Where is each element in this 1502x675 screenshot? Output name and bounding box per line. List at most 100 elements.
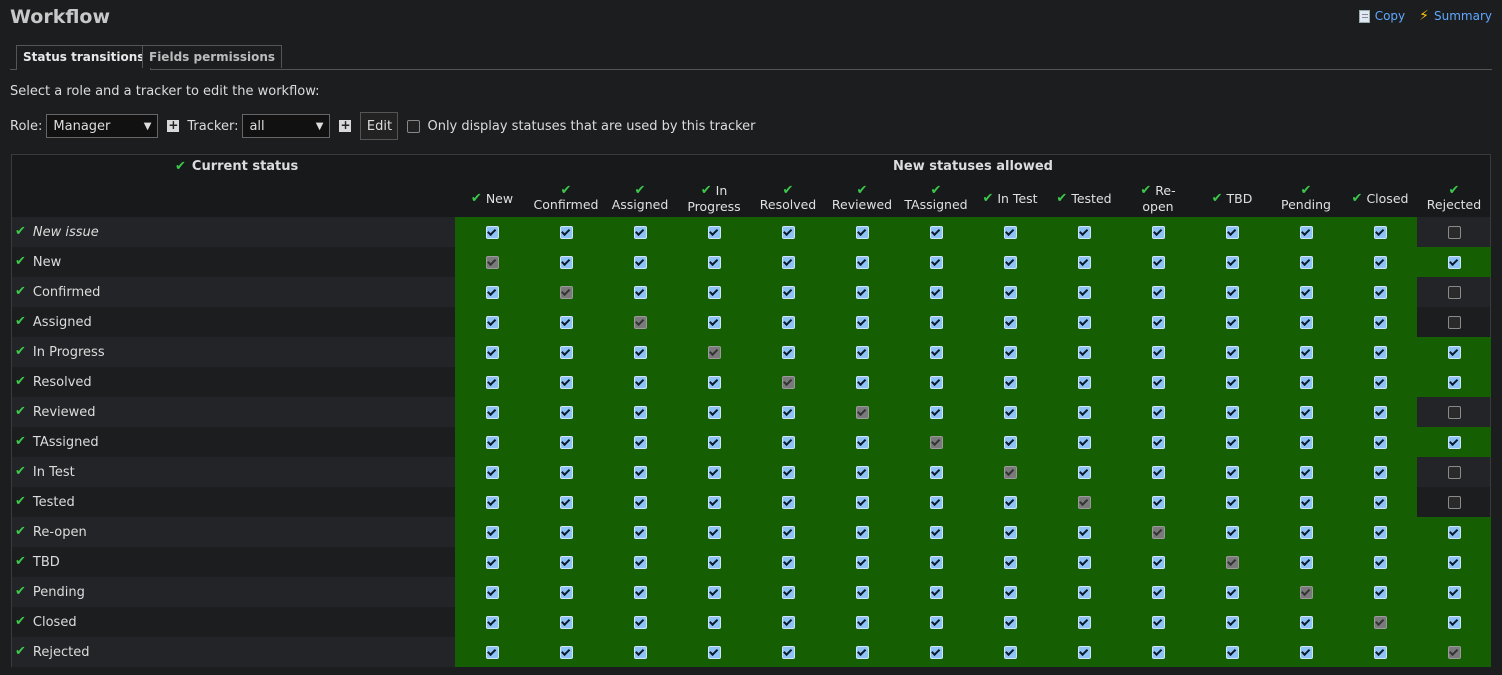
transition-checkbox[interactable]	[1373, 465, 1387, 479]
toggle-row-checkmark-icon[interactable]: ✔	[15, 345, 26, 358]
transition-checkbox[interactable]	[1373, 435, 1387, 449]
transition-checkbox[interactable]	[559, 225, 573, 239]
transition-checkbox[interactable]	[1447, 615, 1461, 629]
transition-checkbox[interactable]	[707, 405, 721, 419]
add-role-icon[interactable]: +	[167, 119, 180, 132]
transition-checkbox[interactable]	[1003, 345, 1017, 359]
transition-checkbox[interactable]	[1003, 255, 1017, 269]
transition-checkbox[interactable]	[1225, 645, 1239, 659]
transition-checkbox[interactable]	[1003, 405, 1017, 419]
toggle-column-checkmark-icon[interactable]: ✔	[857, 184, 868, 197]
transition-checkbox[interactable]	[855, 375, 869, 389]
transition-checkbox[interactable]	[1077, 645, 1091, 659]
transition-checkbox[interactable]	[855, 285, 869, 299]
transition-checkbox[interactable]	[633, 405, 647, 419]
transition-checkbox[interactable]	[1299, 375, 1313, 389]
transition-checkbox[interactable]	[485, 225, 499, 239]
column-header[interactable]: ✔ Tested	[1047, 181, 1121, 217]
toggle-column-checkmark-icon[interactable]: ✔	[931, 184, 942, 197]
transition-checkbox[interactable]	[929, 255, 943, 269]
toggle-column-checkmark-icon[interactable]: ✔	[1352, 192, 1363, 205]
transition-checkbox[interactable]	[1373, 315, 1387, 329]
transition-checkbox[interactable]	[1151, 225, 1165, 239]
transition-checkbox[interactable]	[1373, 345, 1387, 359]
transition-checkbox[interactable]	[781, 525, 795, 539]
transition-checkbox[interactable]	[559, 615, 573, 629]
transition-checkbox[interactable]	[1151, 345, 1165, 359]
transition-checkbox[interactable]	[707, 525, 721, 539]
transition-checkbox[interactable]	[1077, 255, 1091, 269]
transition-checkbox[interactable]	[855, 525, 869, 539]
transition-checkbox[interactable]	[1225, 435, 1239, 449]
transition-checkbox[interactable]	[1299, 465, 1313, 479]
column-header[interactable]: ✔ Pending	[1269, 181, 1343, 217]
transition-checkbox[interactable]	[1003, 585, 1017, 599]
transition-checkbox[interactable]	[559, 495, 573, 509]
transition-checkbox[interactable]	[1077, 525, 1091, 539]
transition-checkbox[interactable]	[1299, 645, 1313, 659]
transition-checkbox[interactable]	[1373, 555, 1387, 569]
transition-checkbox[interactable]	[707, 555, 721, 569]
transition-checkbox[interactable]	[1077, 435, 1091, 449]
column-header[interactable]: ✔ TAssigned	[899, 181, 973, 217]
toggle-row-checkmark-icon[interactable]: ✔	[15, 495, 26, 508]
transition-checkbox[interactable]	[707, 285, 721, 299]
toggle-column-checkmark-icon[interactable]: ✔	[1140, 184, 1151, 197]
toggle-row-checkmark-icon[interactable]: ✔	[15, 645, 26, 658]
transition-checkbox[interactable]	[1003, 285, 1017, 299]
transition-checkbox[interactable]	[633, 345, 647, 359]
transition-checkbox[interactable]	[633, 465, 647, 479]
column-header[interactable]: ✔ Re-open	[1121, 181, 1195, 217]
toggle-column-checkmark-icon[interactable]: ✔	[1449, 184, 1460, 197]
transition-checkbox[interactable]	[1003, 525, 1017, 539]
transition-checkbox[interactable]	[1373, 225, 1387, 239]
transition-checkbox[interactable]	[1299, 555, 1313, 569]
toggle-column-checkmark-icon[interactable]: ✔	[701, 184, 712, 197]
transition-checkbox[interactable]	[1003, 495, 1017, 509]
transition-checkbox[interactable]	[633, 525, 647, 539]
transition-checkbox[interactable]	[1225, 405, 1239, 419]
transition-checkbox[interactable]	[485, 375, 499, 389]
toggle-column-checkmark-icon[interactable]: ✔	[471, 192, 482, 205]
transition-checkbox[interactable]	[1077, 465, 1091, 479]
transition-checkbox[interactable]	[1077, 225, 1091, 239]
transition-checkbox[interactable]	[559, 555, 573, 569]
transition-checkbox[interactable]	[1225, 345, 1239, 359]
transition-checkbox[interactable]	[485, 345, 499, 359]
transition-checkbox[interactable]	[485, 585, 499, 599]
transition-checkbox[interactable]	[1225, 585, 1239, 599]
transition-checkbox[interactable]	[929, 345, 943, 359]
transition-checkbox[interactable]	[929, 645, 943, 659]
transition-checkbox[interactable]	[633, 585, 647, 599]
transition-checkbox[interactable]	[707, 225, 721, 239]
transition-checkbox[interactable]	[929, 555, 943, 569]
summary-link[interactable]: ⚡ Summary	[1419, 9, 1492, 23]
transition-checkbox[interactable]	[855, 255, 869, 269]
toggle-column-checkmark-icon[interactable]: ✔	[1056, 192, 1067, 205]
transition-checkbox[interactable]	[1447, 225, 1461, 239]
transition-checkbox[interactable]	[1077, 375, 1091, 389]
transition-checkbox[interactable]	[781, 465, 795, 479]
transition-checkbox[interactable]	[1447, 435, 1461, 449]
transition-checkbox[interactable]	[1299, 525, 1313, 539]
transition-checkbox[interactable]	[485, 465, 499, 479]
column-header[interactable]: ✔ Resolved	[751, 181, 825, 217]
transition-checkbox[interactable]	[781, 225, 795, 239]
transition-checkbox[interactable]	[559, 645, 573, 659]
transition-checkbox[interactable]	[855, 435, 869, 449]
transition-checkbox[interactable]	[781, 555, 795, 569]
transition-checkbox[interactable]	[1003, 615, 1017, 629]
toggle-column-checkmark-icon[interactable]: ✔	[561, 184, 572, 197]
transition-checkbox[interactable]	[1003, 645, 1017, 659]
add-tracker-icon[interactable]: +	[339, 119, 352, 132]
transition-checkbox[interactable]	[855, 585, 869, 599]
transition-checkbox[interactable]	[707, 255, 721, 269]
transition-checkbox[interactable]	[559, 345, 573, 359]
transition-checkbox[interactable]	[1447, 375, 1461, 389]
transition-checkbox[interactable]	[559, 375, 573, 389]
transition-checkbox[interactable]	[559, 315, 573, 329]
transition-checkbox[interactable]	[1225, 375, 1239, 389]
transition-checkbox[interactable]	[1003, 435, 1017, 449]
transition-checkbox[interactable]	[781, 615, 795, 629]
transition-checkbox[interactable]	[929, 315, 943, 329]
